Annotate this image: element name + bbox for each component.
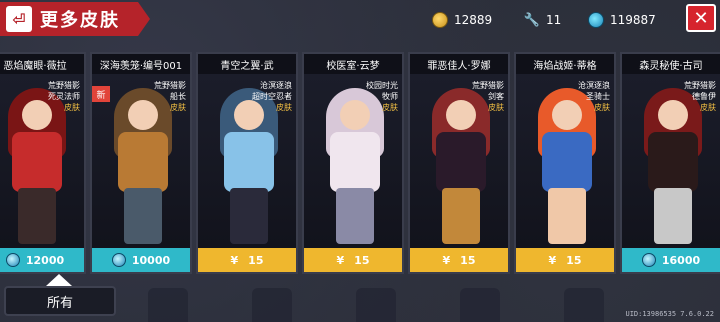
empty-slot — [356, 288, 396, 322]
skin-card-list: 恶焰魔眼·薇拉荒野猎影死灵法师皮肤 12000 深海羡笼·编号001 荒野猎影船长皮肤… — [0, 52, 720, 274]
price-button[interactable]: ¥15 — [410, 248, 508, 272]
price-value: 15 — [354, 253, 370, 267]
price-button[interactable]: ¥15 — [198, 248, 296, 272]
skin-info: 荒野猎影死灵法师皮肤 — [48, 80, 80, 113]
price-value: 15 — [248, 253, 264, 267]
skin-card[interactable]: 青空之翼·武沧溟逐浪超时空忍者皮肤 ¥15 — [196, 52, 298, 274]
skin-info: 沧溟逐浪超时空忍者皮肤 — [252, 80, 292, 113]
skin-info-skin: 皮肤 — [488, 103, 504, 112]
skin-card[interactable]: 校医室·云梦校园时光牧师皮肤 ¥15 — [302, 52, 404, 274]
parts-counter: 🔧 11 — [524, 10, 561, 30]
currency-symbol: ¥ — [336, 253, 345, 267]
skin-info-line1: 荒野猎影 — [48, 81, 80, 90]
filter-all-button[interactable]: 所有 — [4, 286, 116, 316]
skin-info-skin: 皮肤 — [170, 103, 186, 112]
skin-info-skin: 皮肤 — [64, 103, 80, 112]
gem-icon — [111, 253, 126, 267]
empty-slot — [252, 288, 292, 322]
skin-card[interactable]: 森灵秘使·古司荒野猎影德鲁伊皮肤 16000 — [620, 52, 720, 274]
skin-info-line1: 荒野猎影 — [684, 81, 716, 90]
gem-icon — [588, 12, 604, 28]
empty-slot — [564, 288, 604, 322]
skin-name: 深海羡笼·编号001 — [92, 54, 190, 74]
skin-info-line2: 船长 — [170, 92, 186, 101]
skin-info-line2: 圣骑士 — [586, 92, 610, 101]
empty-slot — [148, 288, 188, 322]
skin-name: 恶焰魔眼·薇拉 — [0, 54, 84, 74]
back-arrow-icon[interactable]: ⏎ — [6, 6, 32, 32]
skin-card[interactable]: 恶焰魔眼·薇拉荒野猎影死灵法师皮肤 12000 — [0, 52, 86, 274]
skin-info-line1: 沧溟逐浪 — [578, 81, 610, 90]
skin-name: 海焰战姬·蒂格 — [516, 54, 614, 74]
title-tab: ⏎ 更多皮肤 — [0, 2, 150, 36]
gem-counter: 119887 — [588, 10, 656, 30]
gem-icon — [641, 253, 656, 267]
skin-info-line1: 荒野猎影 — [154, 81, 186, 90]
skin-info-line2: 剑客 — [488, 92, 504, 101]
skin-info-line1: 荒野猎影 — [472, 81, 504, 90]
gem-icon — [5, 253, 20, 267]
skin-info-skin: 皮肤 — [700, 103, 716, 112]
skin-info-line2: 超时空忍者 — [252, 92, 292, 101]
price-value: 15 — [460, 253, 476, 267]
price-value: 12000 — [25, 253, 65, 267]
gold-counter: 12889 — [432, 10, 492, 30]
new-badge: 新 — [92, 86, 110, 102]
parts-amount: 11 — [546, 13, 562, 27]
skin-info: 荒野猎影船长皮肤 — [154, 80, 186, 113]
skin-info-line2: 死灵法师 — [48, 92, 80, 101]
skin-card[interactable]: 深海羡笼·编号001 荒野猎影船长皮肤 新 10000 — [90, 52, 192, 274]
skin-info-line2: 牧师 — [382, 92, 398, 101]
price-value: 15 — [566, 253, 582, 267]
skin-info: 校园时光牧师皮肤 — [366, 80, 398, 113]
skin-info: 荒野猎影德鲁伊皮肤 — [684, 80, 716, 113]
close-button[interactable]: ✕ — [686, 4, 716, 32]
empty-slot — [460, 288, 500, 322]
price-button[interactable]: 16000 — [622, 248, 720, 272]
skin-card[interactable]: 罪恶佳人·罗娜荒野猎影剑客皮肤 ¥15 — [408, 52, 510, 274]
skin-card[interactable]: 海焰战姬·蒂格沧溟逐浪圣骑士皮肤 ¥15 — [514, 52, 616, 274]
skin-info-skin: 皮肤 — [382, 103, 398, 112]
skin-name: 青空之翼·武 — [198, 54, 296, 74]
currency-symbol: ¥ — [230, 253, 239, 267]
gold-coin-icon — [432, 12, 448, 28]
price-value: 10000 — [131, 253, 171, 267]
skin-name: 校医室·云梦 — [304, 54, 402, 74]
price-button[interactable]: ¥15 — [304, 248, 402, 272]
skin-info-skin: 皮肤 — [594, 103, 610, 112]
skin-info: 沧溟逐浪圣骑士皮肤 — [578, 80, 610, 113]
price-value: 16000 — [661, 253, 701, 267]
skin-info-line2: 德鲁伊 — [692, 92, 716, 101]
skin-name: 罪恶佳人·罗娜 — [410, 54, 508, 74]
uid-version-label: UID:13986535 7.6.0.22 — [625, 310, 714, 318]
price-button[interactable]: 12000 — [0, 248, 84, 272]
currency-symbol: ¥ — [442, 253, 451, 267]
wrench-icon: 🔧 — [523, 12, 541, 28]
currency-symbol: ¥ — [548, 253, 557, 267]
header: ⏎ 更多皮肤 12889 🔧 11 119887 ✕ — [0, 0, 720, 40]
skin-info-skin: 皮肤 — [276, 103, 292, 112]
skin-info-line1: 沧溟逐浪 — [260, 81, 292, 90]
gem-amount: 119887 — [610, 13, 656, 27]
skin-info: 荒野猎影剑客皮肤 — [472, 80, 504, 113]
skin-name: 森灵秘使·古司 — [622, 54, 720, 74]
skin-info-line1: 校园时光 — [366, 81, 398, 90]
price-button[interactable]: ¥15 — [516, 248, 614, 272]
gold-amount: 12889 — [454, 13, 493, 27]
price-button[interactable]: 10000 — [92, 248, 190, 272]
page-title: 更多皮肤 — [40, 10, 120, 31]
